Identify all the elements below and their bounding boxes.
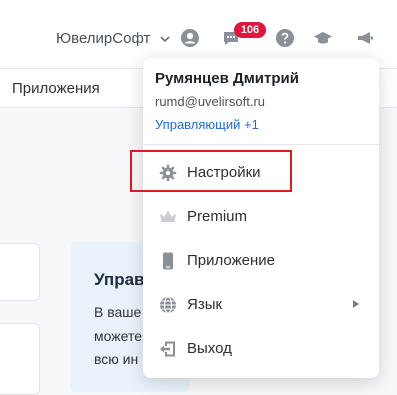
- nav-item-apps[interactable]: Приложения: [12, 80, 100, 97]
- left-card: [0, 323, 40, 395]
- info-card-title: Управ: [94, 270, 145, 289]
- menu-item-app[interactable]: Приложение: [143, 241, 379, 281]
- menu-item-settings[interactable]: Настройки: [143, 153, 379, 193]
- info-card-line: можете: [94, 328, 142, 344]
- crown-icon: [160, 211, 176, 222]
- menu-item-premium[interactable]: Premium: [143, 197, 379, 237]
- graduation-cap-icon[interactable]: [313, 28, 333, 48]
- menu-item-label: Выход: [187, 340, 232, 357]
- help-icon[interactable]: [275, 28, 295, 48]
- megaphone-icon[interactable]: [355, 28, 375, 48]
- user-role-link[interactable]: Управляющий +1: [155, 117, 259, 132]
- menu-item-logout[interactable]: Выход: [143, 329, 379, 369]
- user-dropdown-menu: Румянцев Дмитрий rumd@uvelirsoft.ru Упра…: [143, 58, 379, 378]
- chevron-down-icon: [160, 35, 170, 42]
- phone-icon: [163, 252, 173, 270]
- user-icon[interactable]: [180, 28, 200, 48]
- info-card-line: всю ин: [94, 351, 139, 367]
- company-selector[interactable]: ЮвелирСофт: [56, 30, 170, 47]
- info-card-line: В ваше: [94, 304, 142, 320]
- menu-item-label: Premium: [187, 208, 248, 225]
- notification-badge: 106: [234, 22, 266, 38]
- gear-icon: [159, 164, 177, 182]
- exit-icon: [160, 341, 175, 357]
- menu-item-label: Язык: [187, 296, 223, 313]
- globe-icon: [160, 296, 176, 314]
- menu-item-label: Настройки: [187, 164, 261, 181]
- menu-item-label: Приложение: [187, 252, 275, 269]
- user-email: rumd@uvelirsoft.ru: [155, 94, 266, 109]
- menu-item-language[interactable]: Язык: [143, 285, 379, 325]
- company-name: ЮвелирСофт: [56, 30, 151, 47]
- user-name: Румянцев Дмитрий: [155, 70, 299, 87]
- menu-divider: [143, 144, 379, 145]
- submenu-arrow-icon: [353, 300, 359, 308]
- left-card: [0, 243, 40, 301]
